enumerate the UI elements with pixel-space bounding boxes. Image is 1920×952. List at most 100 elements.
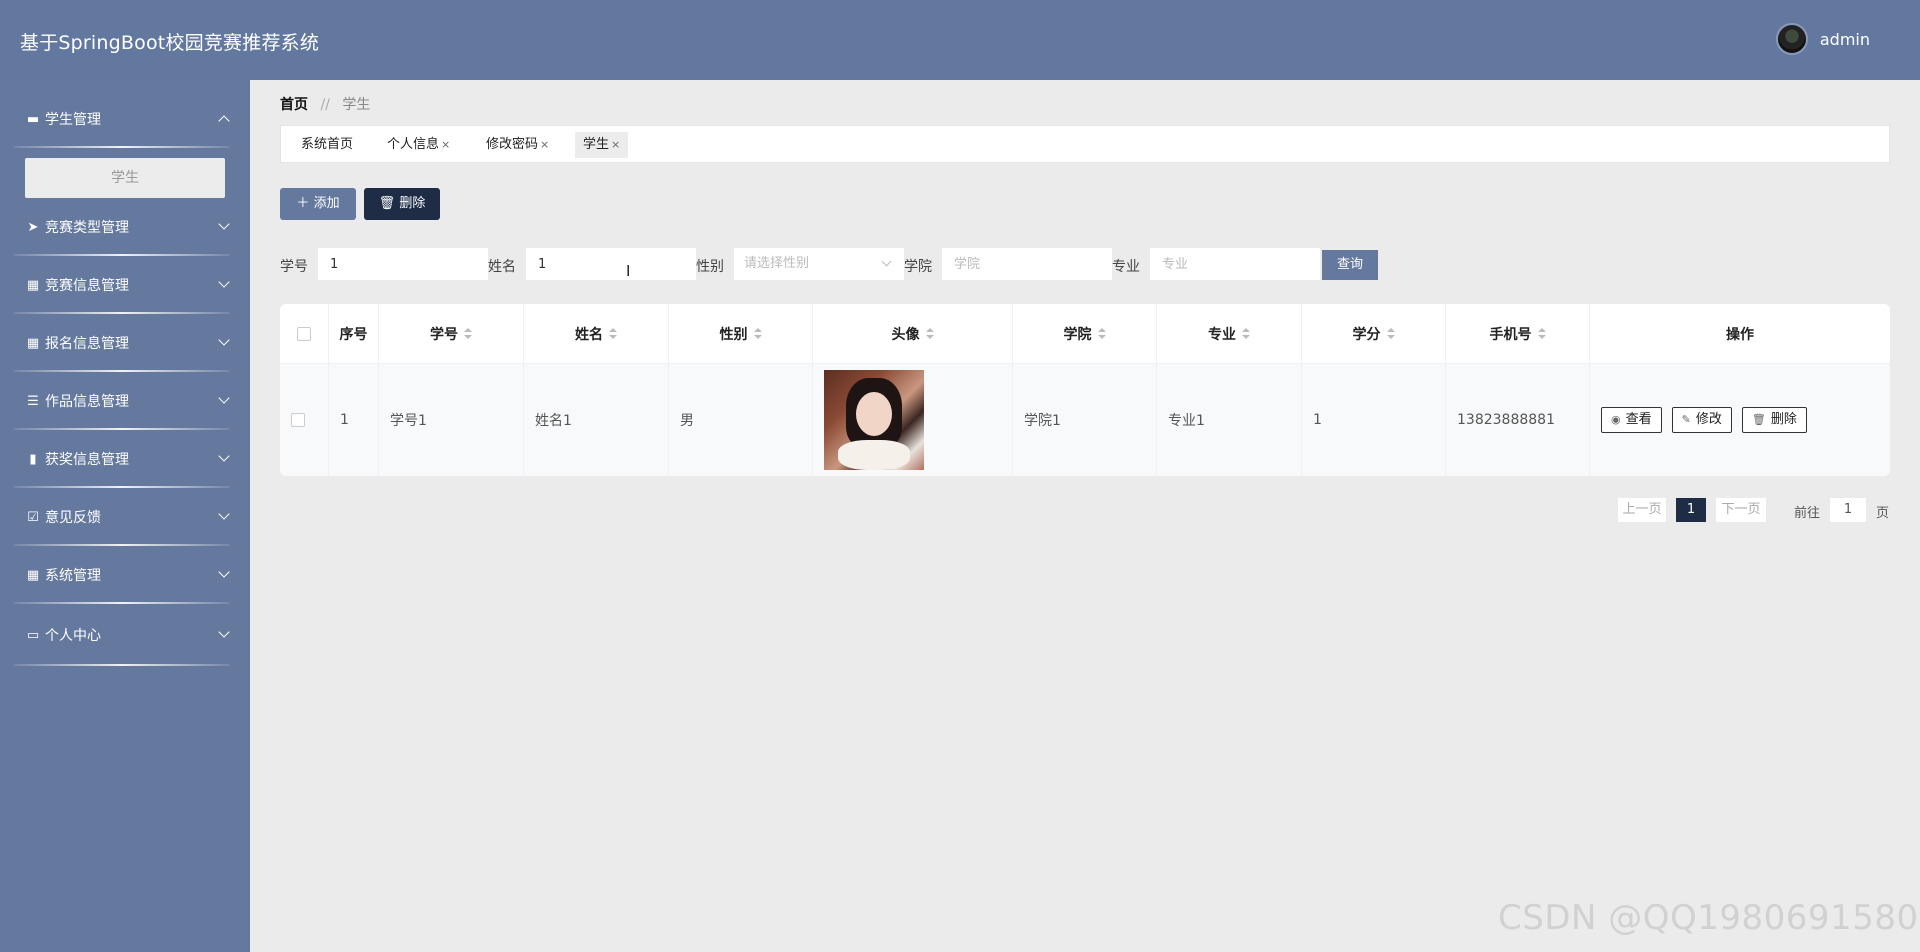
gender-select[interactable]: 请选择性别	[734, 248, 904, 280]
sidebar-item-competition-type[interactable]: ➤ 竞赛类型管理	[0, 198, 250, 256]
gender-label: 性别	[696, 259, 724, 275]
menu-divider	[14, 146, 230, 148]
submenu-item-student[interactable]: 学生	[25, 158, 225, 198]
page-number-current[interactable]: 1	[1676, 498, 1706, 522]
cell-credits: 1	[1302, 364, 1446, 476]
sidebar-item-works-info[interactable]: ☰ 作品信息管理	[0, 372, 250, 430]
sort-icon[interactable]	[464, 327, 472, 340]
column-header-major[interactable]: 专业	[1157, 304, 1302, 363]
sidebar-item-label: 获奖信息管理	[45, 452, 129, 468]
column-header-student-no[interactable]: 学号	[379, 304, 524, 363]
sort-icon[interactable]	[1097, 327, 1106, 340]
cell-actions: ◉ 查看 ✎ 修改 🗑 删除	[1590, 364, 1890, 476]
sort-icon[interactable]	[1386, 327, 1395, 340]
view-button-label: 查看	[1625, 412, 1652, 427]
table-header-row: 序号 学号 姓名 性别 头像 学院 专业 学分 手机号 操作	[280, 304, 1890, 364]
name-label: 姓名	[488, 259, 516, 275]
header-label: 头像	[891, 326, 920, 343]
header-label: 性别	[719, 326, 748, 343]
name-input[interactable]	[526, 248, 696, 280]
sidebar-item-competition-info[interactable]: ▦ 竞赛信息管理	[0, 256, 250, 314]
delete-button-label: 删除	[1770, 412, 1797, 427]
sidebar-item-student-management[interactable]: ▬ 学生管理	[0, 90, 250, 148]
close-icon[interactable]: ×	[540, 138, 549, 151]
close-icon[interactable]: ×	[441, 138, 450, 151]
sort-icon[interactable]	[609, 327, 617, 340]
student-no-input[interactable]	[318, 248, 488, 280]
edit-button[interactable]: ✎ 修改	[1671, 407, 1732, 433]
user-menu[interactable]: admin	[1775, 23, 1870, 55]
user-avatar[interactable]	[1775, 23, 1808, 55]
column-header-name[interactable]: 姓名	[524, 304, 669, 363]
column-header-gender[interactable]: 性别	[669, 304, 813, 363]
chevron-down-icon	[218, 626, 230, 638]
breadcrumb: 首页 // 学生	[280, 94, 370, 114]
column-header-credits[interactable]: 学分	[1302, 304, 1446, 363]
sidebar-item-label: 个人中心	[45, 628, 101, 644]
row-delete-button[interactable]: 🗑 删除	[1741, 407, 1807, 433]
grid-icon: ▦	[26, 567, 40, 583]
top-header: 基于SpringBoot校园竞赛推荐系统 admin	[0, 0, 1920, 80]
header-label: 学院	[1063, 326, 1092, 343]
sort-icon[interactable]	[925, 327, 934, 340]
sidebar-item-label: 作品信息管理	[45, 394, 129, 410]
sidebar-item-label: 系统管理	[45, 568, 101, 584]
cell-index: 1	[329, 364, 379, 476]
plus-icon: ＋	[296, 196, 310, 211]
breadcrumb-home[interactable]: 首页	[280, 97, 308, 113]
college-input[interactable]	[942, 248, 1112, 280]
sidebar-item-label: 意见反馈	[45, 510, 101, 526]
cell-major: 专业1	[1157, 364, 1302, 476]
trash-icon: 🗑	[1751, 413, 1766, 426]
user-name[interactable]: admin	[1820, 30, 1870, 49]
sidebar-item-award-info[interactable]: ▮ 获奖信息管理	[0, 430, 250, 488]
sliders-icon: ☰	[27, 393, 39, 409]
sidebar-item-feedback[interactable]: ☑ 意见反馈	[0, 488, 250, 546]
column-header-college[interactable]: 学院	[1013, 304, 1157, 363]
tabs-bar: 系统首页 个人信息 × 修改密码 × 学生 ×	[280, 125, 1890, 163]
sort-icon[interactable]	[1537, 327, 1546, 340]
student-photo[interactable]	[824, 370, 924, 470]
tab-student[interactable]: 学生 ×	[575, 132, 629, 158]
eye-icon: ◉	[1611, 413, 1621, 426]
column-header-avatar[interactable]: 头像	[813, 304, 1013, 363]
student-table: 序号 学号 姓名 性别 头像 学院 专业 学分 手机号 操作 1 学号 1 姓名1…	[280, 304, 1890, 476]
cell-name: 姓名1	[524, 364, 669, 476]
view-button[interactable]: ◉ 查看	[1601, 407, 1662, 433]
gender-select-placeholder: 请选择性别	[744, 256, 810, 271]
table-row[interactable]: 1 学号1 姓名1 男 学院1 专业1 1 13823888881 ◉ 查看 ✎ 修…	[280, 364, 1890, 476]
sidebar-item-personal-center[interactable]: ▭ 个人中心	[0, 606, 250, 664]
cell-college: 学院1	[1013, 364, 1157, 476]
tab-label: 系统首页	[301, 137, 354, 152]
column-header-phone[interactable]: 手机号	[1446, 304, 1590, 363]
sort-icon[interactable]	[1242, 327, 1250, 340]
tab-personal-info[interactable]: 个人信息 ×	[379, 132, 458, 158]
sidebar-item-label: 竞赛类型管理	[45, 220, 129, 236]
chevron-down-icon	[218, 218, 230, 230]
major-input[interactable]	[1150, 248, 1320, 280]
sidebar-item-registration-info[interactable]: ▦ 报名信息管理	[0, 314, 250, 372]
select-all-checkbox[interactable]	[297, 326, 311, 341]
send-icon: ➤	[27, 219, 39, 235]
header-label: 学分	[1352, 326, 1381, 343]
clipboard-check-icon: ☑	[27, 509, 39, 525]
student-no-label: 学号	[280, 259, 308, 275]
row-checkbox[interactable]	[291, 413, 305, 427]
batch-delete-button[interactable]: 🗑 删除	[364, 188, 440, 220]
close-icon[interactable]: ×	[611, 138, 620, 151]
tab-change-password[interactable]: 修改密码 ×	[478, 132, 557, 158]
goto-page-input[interactable]: 1	[1830, 498, 1866, 522]
sidebar-item-system-management[interactable]: ▦ 系统管理	[0, 546, 250, 604]
query-button[interactable]: 查询	[1322, 250, 1378, 280]
tab-home[interactable]: 系统首页	[293, 132, 361, 158]
photo-hands	[838, 440, 910, 470]
edit-button-label: 修改	[1695, 412, 1722, 427]
sidebar-item-label: 竞赛信息管理	[45, 278, 129, 294]
header-label: 学号	[430, 326, 458, 343]
breadcrumb-current: 学生	[342, 97, 371, 113]
prev-page-button[interactable]: 上一页	[1618, 498, 1666, 522]
menu-divider	[14, 602, 230, 604]
next-page-button[interactable]: 下一页	[1716, 498, 1766, 522]
add-button[interactable]: ＋ 添加	[280, 188, 356, 220]
sort-icon[interactable]	[753, 327, 762, 340]
